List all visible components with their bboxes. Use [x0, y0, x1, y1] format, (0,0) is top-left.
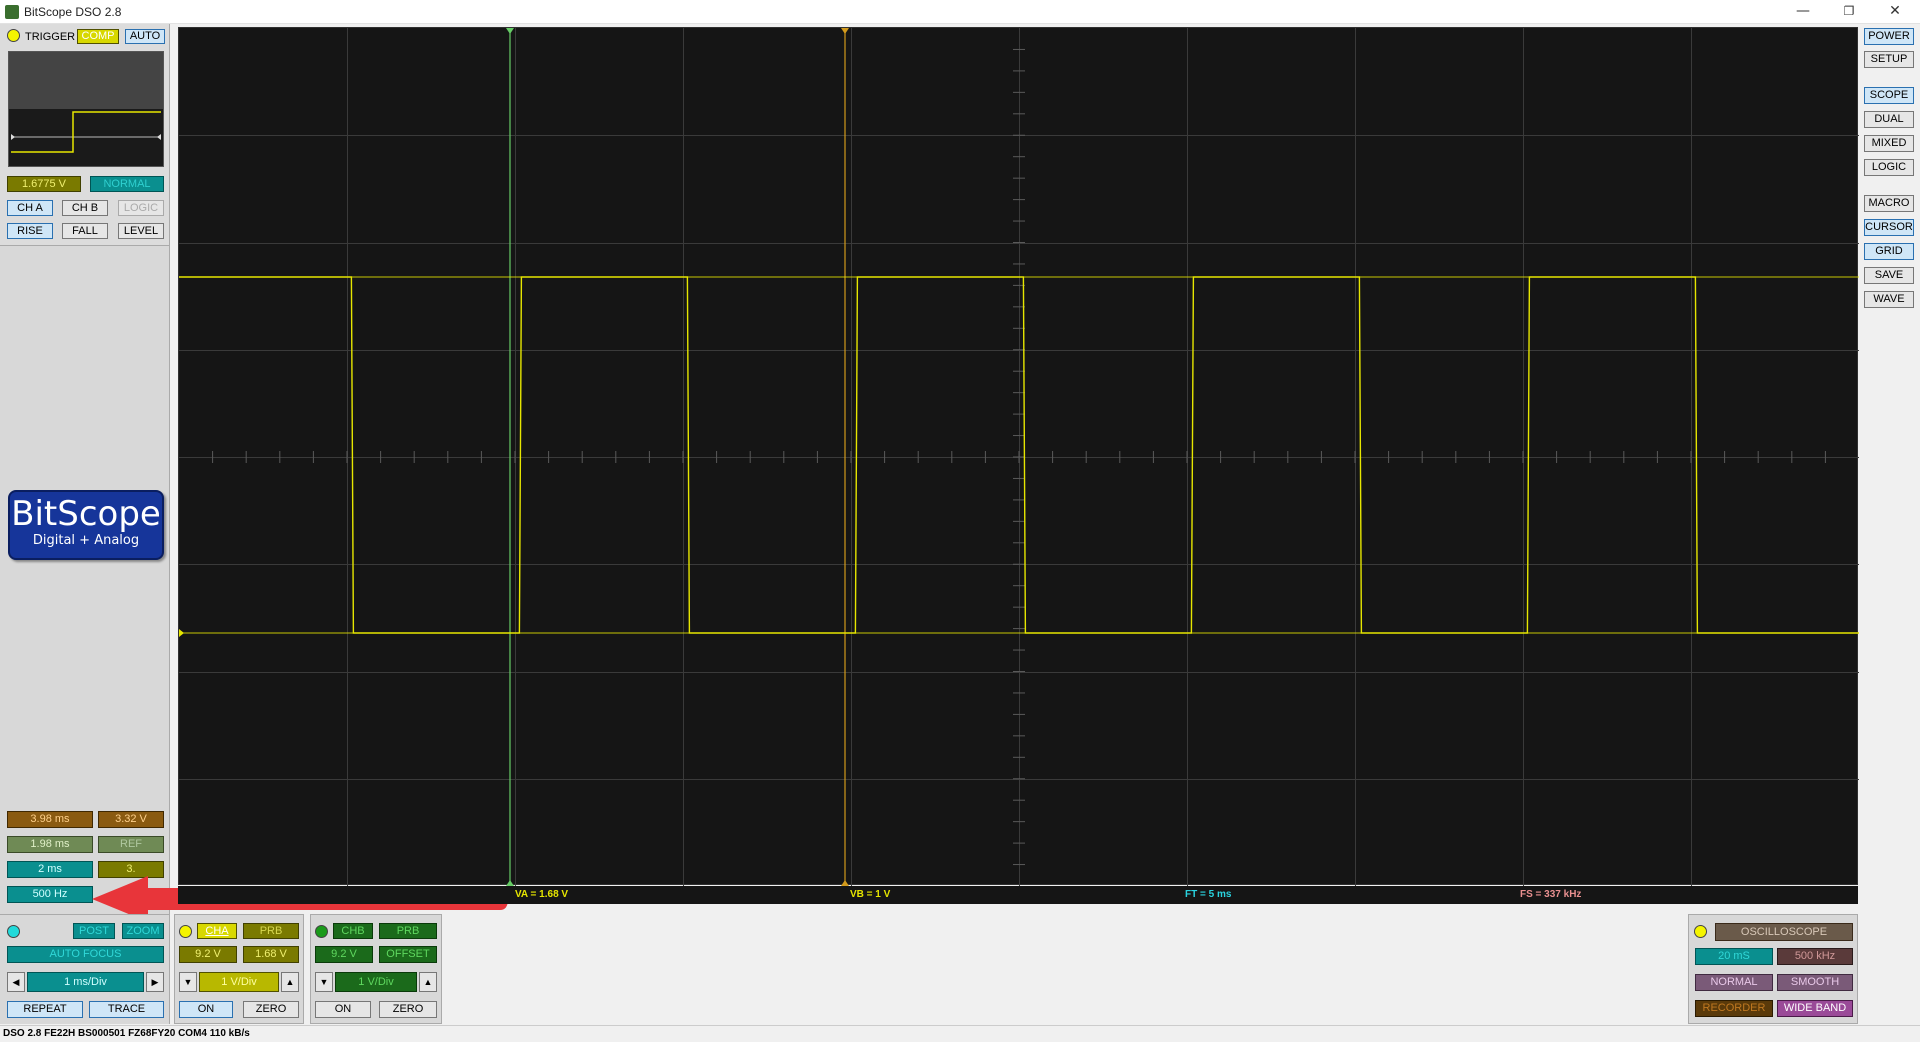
trace-button[interactable]: TRACE	[89, 1001, 164, 1018]
status-line: DSO 2.8 FE22H BS000501 FZ68FY20 COM4 110…	[0, 1025, 1920, 1042]
channel-b-div-increase[interactable]: ▲	[419, 972, 437, 992]
trigger-label: TRIGGER	[25, 31, 76, 43]
channel-b-panel: CHB PRB 9.2 V OFFSET ▼ 1 V/Div ▲ ON ZERO	[310, 914, 442, 1024]
trigger-level-marker	[179, 629, 184, 637]
power-button[interactable]: POWER	[1864, 28, 1914, 45]
mixed-button[interactable]: MIXED	[1864, 135, 1914, 152]
dual-button[interactable]: DUAL	[1864, 111, 1914, 128]
trigger-ch-a-button[interactable]: CH A	[7, 200, 53, 216]
post-button[interactable]: POST	[73, 923, 115, 939]
logo-main-text: BitScope	[11, 494, 161, 534]
trigger-logic-button[interactable]: LOGIC	[118, 200, 164, 216]
ref-button[interactable]: REF	[98, 836, 164, 853]
channel-b-div-decrease[interactable]: ▼	[315, 972, 333, 992]
setup-button[interactable]: SETUP	[1864, 51, 1914, 68]
acquisition-rate[interactable]: 500 kHz	[1777, 948, 1853, 965]
channel-b-range[interactable]: 9.2 V	[315, 946, 373, 963]
channel-b-volts-per-div[interactable]: 1 V/Div	[335, 972, 417, 992]
channel-a-on-button[interactable]: ON	[179, 1001, 233, 1018]
window-title: BitScope DSO 2.8	[24, 5, 122, 19]
channel-a-volts-per-div[interactable]: 1 V/Div	[199, 972, 279, 992]
wave-button[interactable]: WAVE	[1864, 291, 1914, 308]
fall-button[interactable]: FALL	[62, 223, 108, 239]
auto-focus-button[interactable]: AUTO FOCUS	[7, 946, 164, 963]
cursor-2-top-marker	[841, 28, 849, 34]
repeat-button[interactable]: REPEAT	[7, 1001, 83, 1018]
channel-b-probe-button[interactable]: PRB	[379, 923, 437, 939]
timebase-increase-button[interactable]: ▶	[146, 972, 164, 992]
va-readout: VA = 1.68 V	[515, 889, 569, 900]
scope-display[interactable]	[178, 27, 1859, 886]
cursor-1-top-marker	[506, 28, 514, 34]
cursor-button[interactable]: CURSOR	[1864, 219, 1914, 236]
zoom-button[interactable]: ZOOM	[122, 923, 164, 939]
trigger-preview	[8, 51, 164, 167]
ft-readout: FT = 5 ms	[1185, 889, 1232, 900]
restore-button[interactable]: ❐	[1826, 0, 1872, 22]
timebase-panel: POST ZOOM AUTO FOCUS ◀ 1 ms/Div ▶ REPEAT…	[0, 914, 170, 1024]
fs-readout: FS = 337 kHz	[1520, 889, 1582, 900]
level-button[interactable]: LEVEL	[118, 223, 164, 239]
grid-button[interactable]: GRID	[1864, 243, 1914, 260]
bitscope-logo: BitScope Digital + Analog	[8, 490, 164, 560]
trigger-panel: TRIGGER COMP AUTO 1.6775 V NORMAL CH A C…	[0, 24, 170, 246]
channel-b-on-button[interactable]: ON	[315, 1001, 371, 1018]
channel-b-zero-button[interactable]: ZERO	[379, 1001, 437, 1018]
wide-band-button[interactable]: WIDE BAND	[1777, 1000, 1853, 1017]
channel-a-range[interactable]: 9.2 V	[179, 946, 237, 963]
save-button[interactable]: SAVE	[1864, 267, 1914, 284]
trigger-mode[interactable]: NORMAL	[90, 176, 164, 192]
channel-a-button[interactable]: CHA	[197, 923, 237, 939]
channel-a-panel: CHA PRB 9.2 V 1.68 V ▼ 1 V/Div ▲ ON ZERO	[174, 914, 304, 1024]
app-icon	[5, 5, 19, 19]
cursor-time-2[interactable]: 1.98 ms	[7, 836, 93, 853]
logic-button[interactable]: LOGIC	[1864, 159, 1914, 176]
acquisition-panel: OSCILLOSCOPE 20 mS 500 kHz NORMAL SMOOTH…	[1688, 914, 1858, 1024]
channel-b-button[interactable]: CHB	[333, 923, 373, 939]
timebase-rate[interactable]: 1 ms/Div	[27, 972, 144, 992]
macro-button[interactable]: MACRO	[1864, 195, 1914, 212]
waveform-plot	[179, 28, 1859, 886]
frequency-readout[interactable]: 500 Hz	[7, 886, 93, 903]
channel-a-probe-button[interactable]: PRB	[243, 923, 299, 939]
cursor-delta-time[interactable]: 2 ms	[7, 861, 93, 878]
channel-a-div-decrease[interactable]: ▼	[179, 972, 197, 992]
right-panel: POWER SETUP SCOPE DUAL MIXED LOGIC MACRO…	[1860, 24, 1920, 1024]
logo-sub-text: Digital + Analog	[32, 533, 140, 548]
timebase-led[interactable]	[7, 925, 20, 938]
channel-a-div-increase[interactable]: ▲	[281, 972, 299, 992]
scope-status-bar	[178, 886, 1858, 904]
rise-button[interactable]: RISE	[7, 223, 53, 239]
auto-button[interactable]: AUTO	[125, 29, 165, 44]
comp-button[interactable]: COMP	[77, 29, 119, 44]
normal-button[interactable]: NORMAL	[1695, 974, 1773, 991]
channel-b-led[interactable]	[315, 925, 328, 938]
oscilloscope-mode-button[interactable]: OSCILLOSCOPE	[1715, 923, 1853, 941]
trigger-ch-b-button[interactable]: CH B	[62, 200, 108, 216]
trigger-level-value[interactable]: 1.6775 V	[7, 176, 81, 192]
title-bar: BitScope DSO 2.8 — ❐ ✕	[0, 0, 1920, 24]
minimize-button[interactable]: —	[1780, 0, 1826, 22]
vb-readout: VB = 1 V	[850, 889, 891, 900]
channel-b-offset[interactable]: OFFSET	[379, 946, 437, 963]
channel-a-led[interactable]	[179, 925, 192, 938]
channel-a-zero-button[interactable]: ZERO	[243, 1001, 299, 1018]
trigger-led[interactable]	[7, 29, 20, 42]
scope-button[interactable]: SCOPE	[1864, 87, 1914, 104]
acquisition-duration[interactable]: 20 mS	[1695, 948, 1773, 965]
recorder-button[interactable]: RECORDER	[1695, 1000, 1773, 1017]
cursor-voltage-1[interactable]: 3.32 V	[98, 811, 164, 828]
channel-a-offset[interactable]: 1.68 V	[243, 946, 299, 963]
close-button[interactable]: ✕	[1872, 0, 1918, 22]
smooth-button[interactable]: SMOOTH	[1777, 974, 1853, 991]
acquisition-led[interactable]	[1694, 925, 1707, 938]
timebase-decrease-button[interactable]: ◀	[7, 972, 25, 992]
cursor-time-1[interactable]: 3.98 ms	[7, 811, 93, 828]
